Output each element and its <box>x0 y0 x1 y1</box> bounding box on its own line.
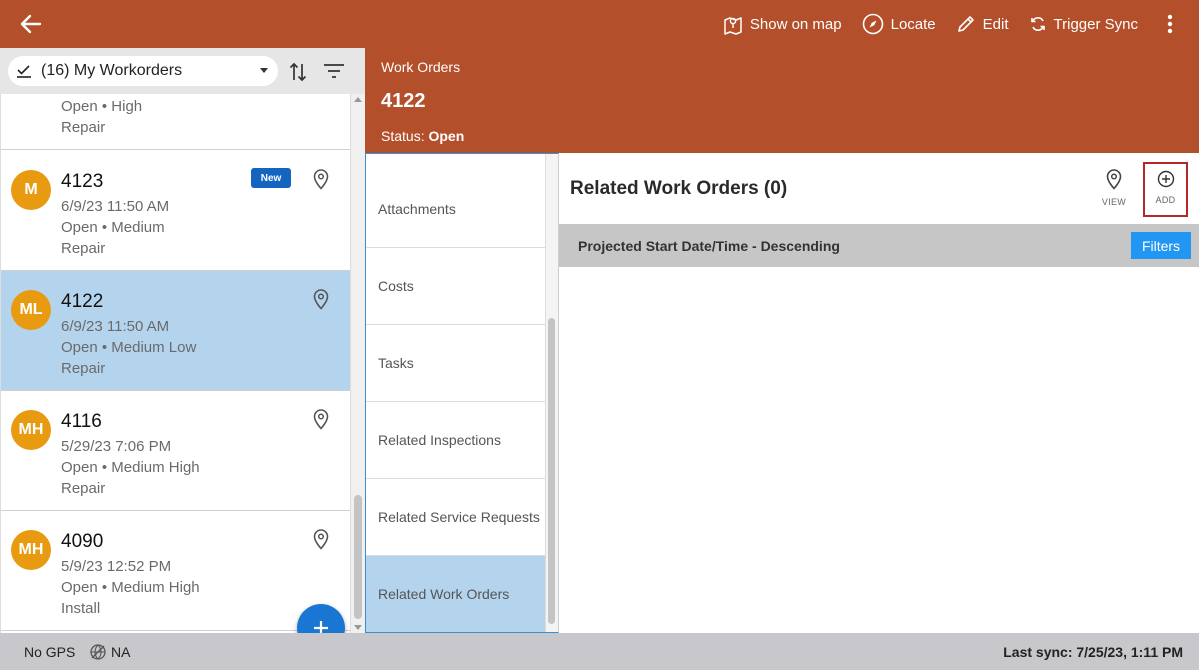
view-button[interactable]: VIEW <box>1096 168 1132 212</box>
more-vertical-icon <box>1167 14 1173 34</box>
sort-button[interactable] <box>288 61 308 88</box>
map-pin-icon[interactable] <box>312 408 330 430</box>
last-sync: Last sync: 7/25/23, 1:11 PM <box>1003 644 1183 660</box>
add-circle-icon <box>1157 170 1174 188</box>
page-title: 4122 <box>381 90 426 112</box>
status-label: Status: <box>381 128 425 144</box>
filters-button[interactable]: Filters <box>1131 232 1191 259</box>
sync-icon <box>1030 17 1045 31</box>
locate-label: Locate <box>890 15 936 33</box>
chevron-down-icon <box>260 68 268 73</box>
pencil-icon <box>957 16 974 32</box>
more-options-button[interactable] <box>1158 10 1182 38</box>
priority-avatar: MH <box>11 410 51 450</box>
network-icon <box>90 644 106 660</box>
map-pin-icon[interactable] <box>312 528 330 550</box>
priority-avatar: MH <box>11 530 51 570</box>
workorder-status: Open • Medium High <box>61 459 200 476</box>
gps-status: No GPS <box>24 644 76 660</box>
map-icon <box>724 17 742 35</box>
map-pin-icon[interactable] <box>312 288 330 310</box>
workorder-status: Open • High <box>61 98 143 115</box>
sort-icon <box>289 62 307 82</box>
network-status: NA <box>89 643 130 661</box>
workorder-list[interactable]: Open • High Repair M 4123 6/9/23 11:50 A… <box>0 94 350 633</box>
section-item-related-service-requests[interactable]: Related Service Requests <box>366 479 545 556</box>
trigger-sync-label: Trigger Sync <box>1053 15 1138 33</box>
scrollbar-thumb[interactable] <box>548 318 555 624</box>
status-line: Status: Open <box>381 128 464 144</box>
show-on-map-button[interactable]: Show on map <box>723 13 842 35</box>
workorder-list-item[interactable]: Open • High Repair <box>1 94 350 150</box>
edit-label: Edit <box>982 15 1009 33</box>
workorder-type: Repair <box>61 240 106 257</box>
section-nav-scrollbar[interactable] <box>545 154 558 632</box>
view-label: VIEW <box>1101 197 1127 207</box>
add-button[interactable]: ADD <box>1143 162 1188 217</box>
workorder-number: 4122 <box>61 291 104 312</box>
workorder-date: 6/9/23 11:50 AM <box>61 318 170 335</box>
section-item-tasks[interactable]: Tasks <box>366 325 545 402</box>
app-bar-actions: Show on map Locate Edit Trigger Sync <box>723 0 1199 48</box>
map-pin-icon[interactable] <box>312 168 330 190</box>
list-toolbar: (16) My Workorders <box>0 48 365 94</box>
workorder-date: 6/9/23 11:50 AM <box>61 198 170 215</box>
detail-header: Work Orders 4122 Status: Open <box>365 48 1199 153</box>
back-arrow-icon <box>20 14 42 34</box>
workorder-status: Open • Medium Low <box>61 339 197 356</box>
section-nav: Attachments Costs Tasks Related Inspecti… <box>365 153 559 633</box>
section-heading: Related Work Orders (0) <box>570 178 788 199</box>
sort-order-label[interactable]: Projected Start Date/Time - Descending <box>578 238 840 254</box>
sort-bar: Projected Start Date/Time - Descending F… <box>559 224 1199 267</box>
show-on-map-label: Show on map <box>749 15 842 33</box>
compass-icon <box>862 13 883 35</box>
section-item-costs[interactable]: Costs <box>366 248 545 325</box>
workorder-list-item[interactable]: M 4123 6/9/23 11:50 AM Open • Medium Rep… <box>1 151 350 271</box>
locate-button[interactable]: Locate <box>862 13 936 35</box>
workorder-type: Repair <box>61 480 106 497</box>
breadcrumb[interactable]: Work Orders <box>381 59 460 75</box>
back-button[interactable] <box>12 10 48 38</box>
filter-button[interactable] <box>323 63 345 84</box>
workorder-number: 4090 <box>61 531 104 552</box>
status-value: Open <box>428 128 465 144</box>
workorder-list-panel: (16) My Workorders Open • High Repair M … <box>0 48 365 652</box>
workorder-number: 4116 <box>61 411 102 432</box>
network-label: NA <box>111 644 131 660</box>
status-bar: No GPS NA Last sync: 7/25/23, 1:11 PM <box>0 633 1199 670</box>
map-pin-icon <box>1106 169 1122 190</box>
trigger-sync-button[interactable]: Trigger Sync <box>1029 15 1138 33</box>
related-work-orders-panel: Related Work Orders (0) VIEW ADD Project… <box>559 153 1199 633</box>
priority-avatar: M <box>11 170 51 210</box>
workorder-number: 4123 <box>61 171 104 192</box>
checklist-icon <box>17 65 31 78</box>
workorder-type: Install <box>61 600 101 617</box>
workorder-list-item[interactable]: MH 4090 5/9/23 12:52 PM Open • Medium Hi… <box>1 511 350 631</box>
section-item-related-inspections[interactable]: Related Inspections <box>366 402 545 479</box>
list-scrollbar[interactable] <box>350 94 365 633</box>
workorder-date: 5/29/23 7:06 PM <box>61 438 172 455</box>
list-selector[interactable]: (16) My Workorders <box>8 56 278 86</box>
workorder-list-item-selected[interactable]: ML 4122 6/9/23 11:50 AM Open • Medium Lo… <box>1 271 350 391</box>
filter-icon <box>324 64 344 78</box>
workorder-status: Open • Medium <box>61 219 165 236</box>
section-item-related-work-orders[interactable]: Related Work Orders <box>366 556 545 632</box>
edit-button[interactable]: Edit <box>956 14 1009 34</box>
app-bar: Show on map Locate Edit Trigger Sync <box>0 0 1199 48</box>
workorder-type: Repair <box>61 119 106 136</box>
list-selector-label: (16) My Workorders <box>41 62 183 79</box>
scrollbar-thumb[interactable] <box>354 495 362 619</box>
scroll-up-icon[interactable] <box>354 97 362 102</box>
add-label: ADD <box>1155 195 1176 205</box>
workorder-list-item[interactable]: MH 4116 5/29/23 7:06 PM Open • Medium Hi… <box>1 391 350 511</box>
priority-avatar: ML <box>11 290 51 330</box>
scroll-down-icon[interactable] <box>354 625 362 630</box>
section-item-attachments[interactable]: Attachments <box>366 171 545 248</box>
workorder-type: Repair <box>61 360 106 377</box>
new-badge: New <box>251 168 291 188</box>
workorder-status: Open • Medium High <box>61 579 200 596</box>
workorder-date: 5/9/23 12:52 PM <box>61 558 172 575</box>
